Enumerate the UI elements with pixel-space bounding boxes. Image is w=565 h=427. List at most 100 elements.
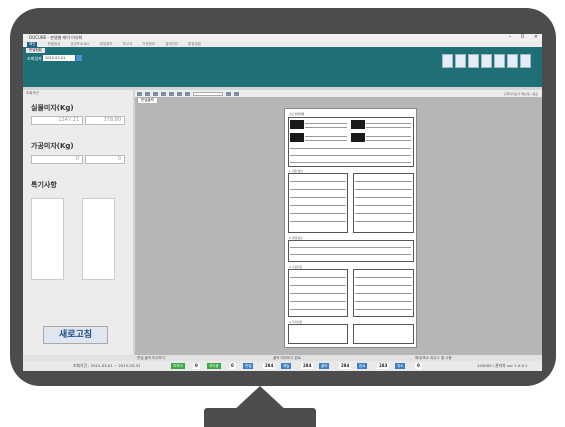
report-line (305, 123, 347, 124)
value-pending: 0 (193, 363, 200, 369)
report-line (290, 309, 346, 310)
report-line (290, 189, 346, 190)
refresh-button[interactable]: 새로고침 (43, 326, 108, 344)
report-line (355, 197, 412, 198)
toolbar-button-5[interactable] (494, 54, 505, 68)
date-label: 조회일자 (27, 56, 42, 61)
toolbar-button-4[interactable] (481, 54, 492, 68)
report-dark-cell-2 (290, 133, 304, 142)
report-line (355, 301, 412, 302)
menu-item-5[interactable]: 기준정보 (142, 42, 155, 47)
report-line (355, 205, 412, 206)
weight-value-2: 378.80 (85, 116, 125, 125)
report-line (290, 254, 411, 255)
report-line (305, 140, 347, 141)
notes-box-1[interactable] (31, 198, 64, 280)
value-panel: 284 (263, 363, 276, 369)
value-in-progress: 0 (229, 363, 236, 369)
report-line (366, 123, 411, 124)
badge-rail: 레일 (281, 363, 292, 369)
toolbar-button-7[interactable] (520, 54, 531, 68)
viewer-toolbar: 출력미리보기 메뉴얼 | 종료 (135, 90, 542, 97)
app-window: DOCUBE - 판넬별 레이 이유화 – ㅁ × 메인 판넬생성 공장프로세스… (23, 34, 542, 371)
version-text: 140000 / 관리자 ver 1.0.0.1 (477, 363, 528, 368)
report-title: 가공 판넬현황 (289, 113, 305, 116)
left-panel: 조회조건 실물미자(Kg) 1247.21 378.80 가공미자(Kg) 0 … (23, 90, 133, 355)
menu-item-main[interactable]: 메인 (27, 41, 38, 47)
report-page: 가공 판넬현황 1. 현장 정보 2. 판넬 정보 3. 가공사항 4. 특기사… (284, 108, 417, 348)
report-viewer: 출력미리보기 메뉴얼 | 종료 판넬출력 가공 판넬현황 1. 현장 정보 2.… (135, 90, 542, 355)
viewer-menu-label[interactable]: 출력미리보기 메뉴얼 | 종료 (504, 92, 538, 96)
report-section-middle (288, 240, 414, 262)
notes-box-2[interactable] (82, 198, 115, 280)
menu-item-7[interactable]: 환경설정 (188, 42, 201, 47)
menu-item-4[interactable]: 보고서 (123, 42, 133, 47)
report-line (290, 155, 411, 156)
close-button[interactable]: × (534, 34, 538, 41)
report-dark-cell-1 (290, 120, 304, 129)
report-line (290, 221, 346, 222)
report-line (290, 277, 346, 278)
date-input[interactable]: 2015-03-01 (43, 55, 75, 61)
toolbar-button-3[interactable] (468, 54, 479, 68)
prev-page-icon[interactable] (169, 91, 174, 96)
report-line (290, 148, 411, 149)
badge-in-progress: 처리중 (207, 363, 221, 369)
report-line (290, 293, 346, 294)
report-dark-cell-4 (351, 133, 365, 142)
save-icon[interactable] (145, 91, 150, 96)
menu-item-1[interactable]: 판넬생성 (47, 42, 60, 47)
badge-cancel: 취소 (395, 363, 406, 369)
page-number-input[interactable] (193, 91, 223, 96)
report-line (355, 181, 412, 182)
viewer-tab[interactable]: 판넬출력 (137, 97, 158, 103)
report-line (305, 136, 347, 137)
menu-item-2[interactable]: 공장프로세스 (70, 42, 89, 47)
date-range-text: 조회기간 : 2015-03-01 ~ 2015-03-31 (73, 363, 141, 368)
export-icon[interactable] (153, 91, 158, 96)
badge-complete: 완료 (357, 363, 368, 369)
first-page-icon[interactable] (161, 91, 166, 96)
summary-bar: 조회기간 : 2015-03-01 ~ 2015-03-31 미처리 0 처리중… (23, 361, 542, 371)
notes-label: 특기사항 (31, 181, 57, 189)
badge-pending: 미처리 (171, 363, 185, 369)
report-line (290, 301, 346, 302)
window-title: DOCUBE - 판넬별 레이 이유화 (29, 34, 83, 40)
print-icon[interactable] (137, 91, 142, 96)
report-line (305, 127, 347, 128)
left-panel-header: 조회조건 (26, 91, 39, 95)
minimize-button[interactable]: – (509, 34, 512, 41)
report-line (290, 181, 346, 182)
weight-value-1: 1247.21 (31, 116, 83, 125)
value-complete: 283 (377, 363, 390, 369)
badge-shipping: 출하 (319, 363, 330, 369)
menu-item-3[interactable]: 레일정보 (100, 42, 113, 47)
search-icon[interactable] (234, 91, 239, 96)
title-bar: DOCUBE - 판넬별 레이 이유화 – ㅁ × (23, 34, 542, 41)
toolbar-button-1[interactable] (442, 54, 453, 68)
report-section-left (288, 173, 348, 233)
calendar-icon[interactable] (76, 55, 82, 61)
ribbon-tab[interactable]: 판넬현황 (26, 48, 45, 53)
menu-item-6[interactable]: 결제관리 (165, 42, 178, 47)
toolbar-button-2[interactable] (455, 54, 466, 68)
report-line (355, 293, 412, 294)
report-line (290, 247, 411, 248)
report-line (355, 285, 412, 286)
report-line (355, 277, 412, 278)
value-rail: 284 (301, 363, 314, 369)
maximize-button[interactable]: ㅁ (520, 34, 525, 41)
report-dark-cell-3 (351, 120, 365, 129)
toolbar-button-6[interactable] (507, 54, 518, 68)
value-shipping: 284 (339, 363, 352, 369)
report-line (355, 189, 412, 190)
next-page-icon[interactable] (177, 91, 182, 96)
report-notes-left (288, 324, 348, 344)
report-notes-right (353, 324, 414, 344)
report-line (290, 213, 346, 214)
value-cancel: 0 (415, 363, 422, 369)
report-line (366, 127, 411, 128)
last-page-icon[interactable] (185, 91, 190, 96)
report-line (355, 213, 412, 214)
zoom-icon[interactable] (226, 91, 231, 96)
